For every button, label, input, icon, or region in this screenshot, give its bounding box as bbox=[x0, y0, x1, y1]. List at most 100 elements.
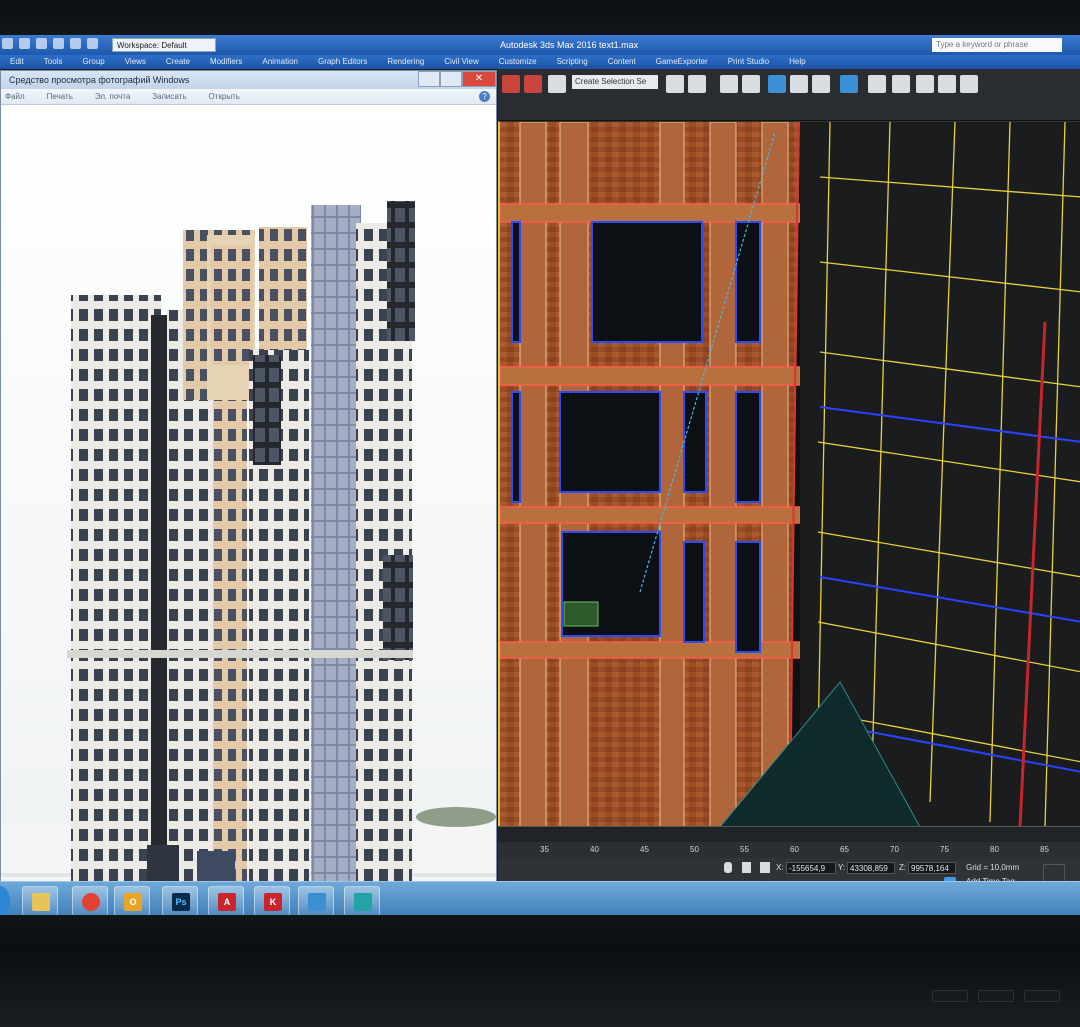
chrome-app[interactable] bbox=[72, 886, 108, 916]
menu-edit[interactable]: Edit bbox=[0, 55, 34, 69]
photoshop-icon: Ps bbox=[172, 893, 190, 911]
ruler-tick: 50 bbox=[690, 845, 699, 854]
max-title-bar: Workspace: Default Autodesk 3ds Max 2016… bbox=[0, 35, 1080, 55]
perspective-viewport[interactable] bbox=[498, 121, 1080, 826]
graphite-ribbon-icon[interactable] bbox=[768, 75, 786, 93]
ruler-tick: 40 bbox=[590, 845, 599, 854]
menu-modifiers[interactable]: Modifiers bbox=[200, 55, 252, 69]
bind-space-warp-icon[interactable] bbox=[548, 75, 566, 93]
y-coordinate-field[interactable]: 43308,859 bbox=[847, 862, 895, 874]
layer-manager-icon[interactable] bbox=[720, 75, 738, 93]
menu-scripting[interactable]: Scripting bbox=[547, 55, 598, 69]
maximize-button[interactable] bbox=[440, 71, 462, 87]
menu-content[interactable]: Content bbox=[598, 55, 646, 69]
menu-open[interactable]: Открыть bbox=[208, 92, 239, 101]
z-coordinate-field[interactable]: 99578,164 bbox=[908, 862, 956, 874]
menu-graph-editors[interactable]: Graph Editors bbox=[308, 55, 377, 69]
x-coordinate-field[interactable]: -155654,9 bbox=[786, 862, 836, 874]
menu-tools[interactable]: Tools bbox=[34, 55, 73, 69]
menu-file[interactable]: Файл bbox=[5, 92, 25, 101]
monitor-bezel-top bbox=[0, 0, 1080, 40]
building-render-image bbox=[1, 105, 496, 906]
chrome-icon bbox=[82, 893, 100, 911]
monitor-button[interactable] bbox=[932, 990, 968, 1002]
outlook-app[interactable]: O bbox=[114, 886, 150, 916]
project-folder-icon[interactable] bbox=[87, 38, 98, 49]
absolute-mode-icon[interactable] bbox=[760, 862, 770, 873]
x-label: X: bbox=[776, 863, 784, 872]
menu-civil-view[interactable]: Civil View bbox=[434, 55, 489, 69]
lock-selection-icon[interactable] bbox=[742, 862, 751, 873]
scene-explorer-icon[interactable] bbox=[742, 75, 760, 93]
menu-print-studio[interactable]: Print Studio bbox=[718, 55, 779, 69]
monitor-button[interactable] bbox=[978, 990, 1014, 1002]
explorer-app[interactable] bbox=[22, 886, 58, 916]
ruler-tick: 75 bbox=[940, 845, 949, 854]
ruler-tick: 55 bbox=[740, 845, 749, 854]
activeshade-icon[interactable] bbox=[960, 75, 978, 93]
folder-icon bbox=[32, 893, 50, 911]
ruler-tick: 70 bbox=[890, 845, 899, 854]
menu-gameexporter[interactable]: GameExporter bbox=[646, 55, 718, 69]
menu-help[interactable]: Help bbox=[779, 55, 815, 69]
menu-rendering[interactable]: Rendering bbox=[377, 55, 434, 69]
schematic-view-icon[interactable] bbox=[812, 75, 830, 93]
app-k-icon: K bbox=[264, 893, 282, 911]
workspace-dropdown[interactable]: Workspace: Default bbox=[112, 38, 216, 52]
outlook-icon: O bbox=[124, 893, 142, 911]
viewer-menu-bar: Файл Печать Эл. почта Записать Открыть bbox=[1, 89, 496, 105]
keyword-search-input[interactable]: Type a keyword or phrase bbox=[932, 38, 1062, 52]
track-bar-ruler[interactable]: 35 40 45 50 55 60 65 70 75 80 85 bbox=[498, 842, 1080, 858]
redo-icon[interactable] bbox=[70, 38, 81, 49]
photo-viewer-window: Средство просмотра фотографий Windows ✕ … bbox=[0, 70, 497, 907]
menu-create[interactable]: Create bbox=[156, 55, 200, 69]
new-file-icon[interactable] bbox=[2, 38, 13, 49]
undo-icon[interactable] bbox=[53, 38, 64, 49]
render-production-icon[interactable] bbox=[916, 75, 934, 93]
material-editor-icon[interactable] bbox=[840, 75, 858, 93]
z-label: Z: bbox=[899, 863, 907, 872]
open-file-icon[interactable] bbox=[19, 38, 30, 49]
monitor-buttons bbox=[932, 990, 1060, 1002]
pin-icon[interactable] bbox=[724, 862, 732, 873]
3dsmax-app[interactable] bbox=[344, 886, 380, 916]
close-button[interactable]: ✕ bbox=[462, 71, 496, 87]
named-selection-set-dropdown[interactable]: Create Selection Se bbox=[572, 75, 658, 89]
menu-email[interactable]: Эл. почта bbox=[95, 92, 130, 101]
building-render bbox=[1, 201, 496, 906]
save-icon[interactable] bbox=[36, 38, 47, 49]
photoshop-app[interactable]: Ps bbox=[162, 886, 198, 916]
render-setup-icon[interactable] bbox=[868, 75, 886, 93]
unlink-icon[interactable] bbox=[524, 75, 542, 93]
photo-viewer-app[interactable] bbox=[298, 886, 334, 916]
quick-access-toolbar bbox=[2, 38, 98, 49]
help-icon[interactable]: ? bbox=[479, 91, 490, 102]
menu-print[interactable]: Печать bbox=[47, 92, 73, 101]
ruler-tick: 65 bbox=[840, 845, 849, 854]
app-title: Autodesk 3ds Max 2016 text1.max bbox=[500, 40, 639, 50]
menu-burn[interactable]: Записать bbox=[152, 92, 186, 101]
ruler-tick: 85 bbox=[1040, 845, 1049, 854]
time-slider[interactable] bbox=[498, 826, 1080, 842]
curve-editor-icon[interactable] bbox=[790, 75, 808, 93]
mirror-icon[interactable] bbox=[666, 75, 684, 93]
ruler-tick: 80 bbox=[990, 845, 999, 854]
rendered-frame-window-icon[interactable] bbox=[892, 75, 910, 93]
menu-animation[interactable]: Animation bbox=[252, 55, 308, 69]
menu-group[interactable]: Group bbox=[72, 55, 114, 69]
start-button[interactable] bbox=[0, 886, 10, 916]
select-link-icon[interactable] bbox=[502, 75, 520, 93]
monitor-button[interactable] bbox=[1024, 990, 1060, 1002]
app-red-k[interactable]: K bbox=[254, 886, 290, 916]
menu-views[interactable]: Views bbox=[115, 55, 156, 69]
ruler-tick: 45 bbox=[640, 845, 649, 854]
render-iterative-icon[interactable] bbox=[938, 75, 956, 93]
set-key-icon[interactable] bbox=[1043, 864, 1065, 882]
minimize-button[interactable] bbox=[418, 71, 440, 87]
y-label: Y: bbox=[838, 863, 846, 872]
ruler-tick: 60 bbox=[790, 845, 799, 854]
autocad-app[interactable]: A bbox=[208, 886, 244, 916]
max-menu-bar: Edit Tools Group Views Create Modifiers … bbox=[0, 55, 1080, 69]
align-icon[interactable] bbox=[688, 75, 706, 93]
menu-customize[interactable]: Customize bbox=[489, 55, 547, 69]
